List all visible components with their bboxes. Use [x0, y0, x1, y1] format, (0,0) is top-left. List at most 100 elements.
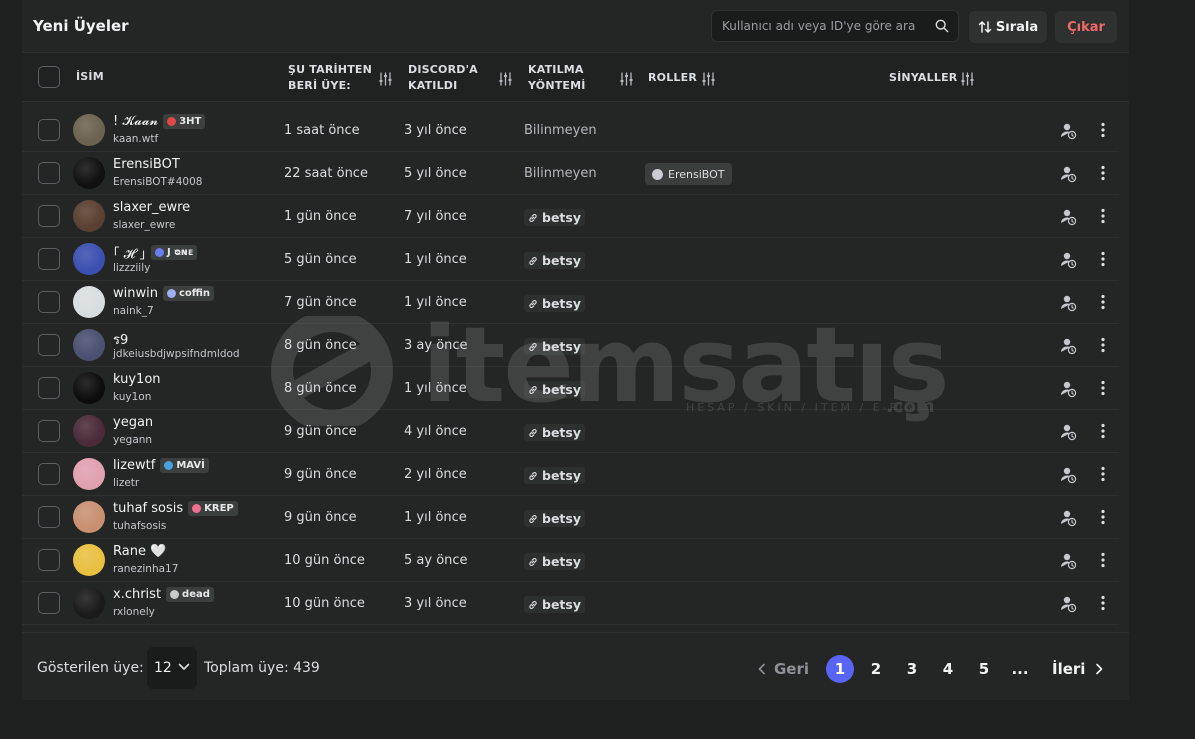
- search-input[interactable]: [712, 11, 932, 41]
- table-row[interactable]: x.christ dead rxlonely 10 gün önce 3 yıl …: [22, 582, 1119, 625]
- table-row[interactable]: winwin coffin naink_7 7 gün önce 1 yıl ön…: [22, 281, 1119, 324]
- user-profile-icon[interactable]: [1059, 466, 1077, 484]
- row-checkbox[interactable]: [38, 334, 60, 356]
- row-checkbox[interactable]: [38, 377, 60, 399]
- avatar[interactable]: [73, 329, 105, 361]
- user-profile-icon[interactable]: [1059, 122, 1077, 140]
- user-profile-icon[interactable]: [1059, 165, 1077, 183]
- join-method-chip: betsy: [524, 553, 585, 570]
- table-row[interactable]: Rane 🤍 ranezinha17 10 gün önce 5 ay önce…: [22, 539, 1119, 582]
- page-button[interactable]: 2: [862, 655, 890, 683]
- user-profile-icon[interactable]: [1059, 208, 1077, 226]
- row-checkbox[interactable]: [38, 592, 60, 614]
- table-row[interactable]: ｢ 𝓗 ｣ J ᴓɴᴇ lizzziily 5 gün önce 1 yıl ön…: [22, 238, 1119, 281]
- avatar[interactable]: [73, 200, 105, 232]
- page-size-select[interactable]: 12: [147, 647, 197, 689]
- join-method-chip: betsy: [524, 338, 585, 355]
- more-options-icon[interactable]: [1096, 121, 1110, 139]
- member-display-name[interactable]: Rane 🤍: [113, 544, 166, 559]
- filter-icon[interactable]: [702, 72, 715, 86]
- select-all-checkbox[interactable]: [38, 66, 60, 88]
- chevron-right-icon: [1096, 663, 1103, 675]
- user-profile-icon[interactable]: [1059, 552, 1077, 570]
- member-display-name[interactable]: slaxer_ewre: [113, 200, 190, 215]
- user-profile-icon[interactable]: [1059, 337, 1077, 355]
- row-checkbox[interactable]: [38, 549, 60, 571]
- table-row[interactable]: ร9 jdkeiusbdjwpsifndmldod 8 gün önce 3 a…: [22, 324, 1119, 367]
- avatar[interactable]: [73, 157, 105, 189]
- filter-icon[interactable]: [620, 72, 633, 86]
- table-row[interactable]: kuy1on kuy1on 8 gün önce 1 yıl önce bets…: [22, 367, 1119, 410]
- page-button[interactable]: 1: [826, 655, 854, 683]
- user-profile-icon[interactable]: [1059, 423, 1077, 441]
- row-checkbox[interactable]: [38, 119, 60, 141]
- more-options-icon[interactable]: [1096, 207, 1110, 225]
- more-options-icon[interactable]: [1096, 594, 1110, 612]
- search-box[interactable]: [711, 10, 959, 42]
- sort-button[interactable]: Sırala: [969, 11, 1047, 43]
- user-profile-icon[interactable]: [1059, 294, 1077, 312]
- table-row[interactable]: yegan yegann 9 gün önce 4 yıl önce betsy: [22, 410, 1119, 453]
- avatar[interactable]: [73, 501, 105, 533]
- row-checkbox[interactable]: [38, 248, 60, 270]
- avatar[interactable]: [73, 286, 105, 318]
- row-checkbox[interactable]: [38, 162, 60, 184]
- avatar[interactable]: [73, 544, 105, 576]
- row-checkbox[interactable]: [38, 463, 60, 485]
- table-row[interactable]: tuhaf sosis KREP tuhafsosis 9 gün önce 1 …: [22, 496, 1119, 539]
- member-display-name[interactable]: kuy1on: [113, 372, 161, 387]
- more-options-icon[interactable]: [1096, 293, 1110, 311]
- avatar[interactable]: [73, 458, 105, 490]
- member-display-name[interactable]: lizewtf MAVİ: [113, 458, 209, 473]
- prev-page-button[interactable]: Geri: [758, 655, 809, 683]
- table-row[interactable]: lizewtf MAVİ lizetr 9 gün önce 2 yıl önce…: [22, 453, 1119, 496]
- member-display-name[interactable]: yegan: [113, 415, 153, 430]
- member-display-name[interactable]: ร9: [113, 329, 128, 350]
- filter-icon[interactable]: [379, 72, 392, 86]
- join-method: betsy: [524, 338, 585, 356]
- member-display-name[interactable]: x.christ dead: [113, 587, 214, 602]
- row-checkbox[interactable]: [38, 506, 60, 528]
- member-display-name[interactable]: ErensiBOT: [113, 157, 180, 172]
- avatar[interactable]: [73, 415, 105, 447]
- user-profile-icon[interactable]: [1059, 595, 1077, 613]
- row-checkbox[interactable]: [38, 420, 60, 442]
- role-chip[interactable]: ErensiBOT: [645, 163, 732, 185]
- search-icon[interactable]: [935, 19, 949, 33]
- avatar[interactable]: [73, 587, 105, 619]
- more-options-icon[interactable]: [1096, 508, 1110, 526]
- more-options-icon[interactable]: [1096, 250, 1110, 268]
- table-row[interactable]: ! 𝓚𝓪𝓪𝓷 3HT kaan.wtf 1 saat önce 3 yıl önc…: [22, 109, 1119, 152]
- filter-icon[interactable]: [961, 72, 974, 86]
- table-row[interactable]: ErensiBOT ErensiBOT#4008 22 saat önce 5 …: [22, 152, 1119, 195]
- more-options-icon[interactable]: [1096, 465, 1110, 483]
- more-options-icon[interactable]: [1096, 379, 1110, 397]
- row-checkbox[interactable]: [38, 291, 60, 313]
- next-page-button[interactable]: İleri: [1052, 655, 1103, 683]
- row-checkbox[interactable]: [38, 205, 60, 227]
- member-display-name[interactable]: ｢ 𝓗 ｣ J ᴓɴᴇ: [113, 243, 198, 262]
- page-button[interactable]: 5: [970, 655, 998, 683]
- exit-button[interactable]: Çıkar: [1055, 11, 1117, 43]
- more-options-icon[interactable]: [1096, 422, 1110, 440]
- user-profile-icon[interactable]: [1059, 380, 1077, 398]
- more-options-icon[interactable]: [1096, 336, 1110, 354]
- member-display-name[interactable]: ! 𝓚𝓪𝓪𝓷 3HT: [113, 114, 206, 129]
- avatar[interactable]: [73, 372, 105, 404]
- member-display-name[interactable]: winwin coffin: [113, 286, 215, 301]
- member-display-name[interactable]: tuhaf sosis KREP: [113, 501, 238, 516]
- sort-button-label: Sırala: [995, 19, 1039, 35]
- avatar[interactable]: [73, 114, 105, 146]
- member-since: 10 gün önce: [284, 553, 365, 568]
- avatar[interactable]: [73, 243, 105, 275]
- more-options-icon[interactable]: [1096, 551, 1110, 569]
- page-button[interactable]: 4: [934, 655, 962, 683]
- filter-icon[interactable]: [499, 72, 512, 86]
- user-profile-icon[interactable]: [1059, 251, 1077, 269]
- more-options-icon[interactable]: [1096, 164, 1110, 182]
- guild-tag-label: J ᴓɴᴇ: [167, 247, 194, 258]
- table-row[interactable]: slaxer_ewre slaxer_ewre 1 gün önce 7 yıl…: [22, 195, 1119, 238]
- discord-joined: 1 yıl önce: [404, 510, 467, 525]
- page-button[interactable]: 3: [898, 655, 926, 683]
- user-profile-icon[interactable]: [1059, 509, 1077, 527]
